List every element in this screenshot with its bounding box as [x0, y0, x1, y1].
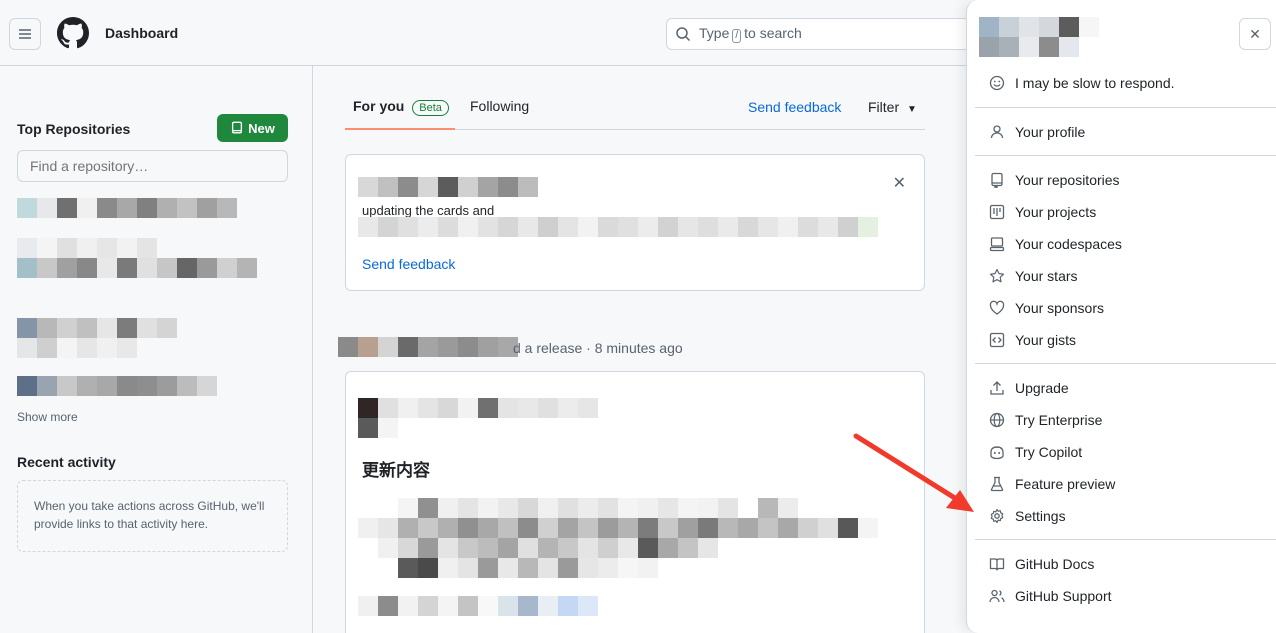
menu-item-your-codespaces[interactable]: Your codespaces — [989, 232, 1122, 256]
menu-item-your-profile[interactable]: Your profile — [989, 120, 1085, 144]
smiley-icon — [989, 75, 1005, 91]
repo-list-item[interactable] — [17, 318, 177, 338]
release-activity-text: d a release · 8 minutes ago — [513, 340, 683, 356]
codespaces-icon — [989, 236, 1005, 252]
blurred-text — [398, 558, 658, 578]
recent-activity-empty-state: When you take actions across GitHub, we'… — [17, 480, 288, 552]
show-more-link[interactable]: Show more — [17, 410, 78, 424]
active-tab-indicator — [345, 128, 455, 130]
annotation-arrow — [853, 433, 974, 512]
triangle-down-icon: ▼ — [907, 104, 917, 115]
filter-dropdown[interactable]: Filter ▼ — [868, 99, 917, 115]
repo-icon — [989, 172, 1005, 188]
top-repositories-heading: Top Repositories — [17, 121, 131, 137]
menu-item-github-docs[interactable]: GitHub Docs — [989, 552, 1094, 576]
menu-divider — [975, 539, 1276, 540]
close-icon[interactable]: ✕ — [893, 173, 906, 193]
tab-for-you[interactable]: For you Beta — [353, 98, 449, 130]
page-title[interactable]: Dashboard — [105, 25, 178, 41]
release-heading: 更新内容 — [362, 461, 430, 480]
upload-icon — [989, 380, 1005, 396]
code-square-icon — [989, 332, 1005, 348]
menu-item-settings[interactable]: Settings — [989, 504, 1066, 528]
user-menu-panel: ✕ I may be slow to respond. Your profile… — [966, 0, 1276, 633]
release-author-blurred[interactable] — [338, 337, 518, 357]
menu-divider — [975, 107, 1276, 108]
menu-item-your-repositories[interactable]: Your repositories — [989, 168, 1120, 192]
blurred-text — [358, 418, 398, 438]
menu-item-your-stars[interactable]: Your stars — [989, 264, 1078, 288]
copilot-icon — [989, 444, 1005, 460]
repo-icon — [232, 121, 243, 134]
blurred-text — [358, 518, 878, 538]
beaker-icon — [989, 476, 1005, 492]
person-icon — [989, 124, 1005, 140]
star-icon — [989, 268, 1005, 284]
hamburger-menu-button[interactable] — [9, 18, 41, 50]
card-send-feedback-link[interactable]: Send feedback — [362, 256, 455, 272]
menu-item-feature-preview[interactable]: Feature preview — [989, 472, 1115, 496]
repo-list-item[interactable] — [17, 198, 237, 218]
hamburger-icon — [19, 29, 31, 39]
menu-divider — [975, 155, 1276, 156]
search-placeholder: Type / to search — [699, 25, 802, 43]
globe-icon — [989, 412, 1005, 428]
heart-icon — [989, 300, 1005, 316]
left-sidebar: Top Repositories New Show more Recent ac… — [0, 66, 313, 633]
release-card: 更新内容 — [345, 371, 925, 633]
github-logo-icon[interactable] — [57, 17, 89, 49]
menu-item-upgrade[interactable]: Upgrade — [989, 376, 1069, 400]
repo-list-item[interactable] — [17, 338, 137, 358]
search-input[interactable]: Type / to search — [666, 18, 986, 50]
blurred-text — [358, 398, 598, 418]
gear-icon — [989, 508, 1005, 524]
menu-item-your-projects[interactable]: Your projects — [989, 200, 1096, 224]
blurred-text — [358, 596, 598, 616]
beta-badge: Beta — [412, 100, 449, 116]
project-icon — [989, 204, 1005, 220]
menu-divider — [975, 363, 1276, 364]
set-status-item[interactable]: I may be slow to respond. — [989, 71, 1175, 95]
tab-following[interactable]: Following — [470, 98, 529, 130]
blurred-text — [358, 177, 538, 197]
repo-list-item[interactable] — [17, 238, 157, 258]
main-feed: For you Beta Following Send feedback Fil… — [313, 66, 966, 633]
card-text-fragment: updating the cards and — [362, 203, 495, 218]
repo-list-item[interactable] — [17, 258, 257, 278]
blurred-text — [358, 217, 878, 237]
send-feedback-link[interactable]: Send feedback — [748, 99, 841, 115]
close-menu-button[interactable]: ✕ — [1239, 18, 1271, 50]
menu-item-your-sponsors[interactable]: Your sponsors — [989, 296, 1104, 320]
blurred-text — [378, 538, 718, 558]
repo-list-item[interactable] — [17, 376, 217, 396]
people-icon — [989, 588, 1005, 604]
menu-item-your-gists[interactable]: Your gists — [989, 328, 1076, 352]
recent-activity-heading: Recent activity — [17, 454, 116, 470]
blurred-text — [398, 498, 798, 518]
menu-item-try-copilot[interactable]: Try Copilot — [989, 440, 1082, 464]
find-repository-input[interactable] — [17, 150, 288, 182]
search-icon — [676, 27, 691, 42]
menu-item-try-enterprise[interactable]: Try Enterprise — [989, 408, 1102, 432]
menu-item-github-support[interactable]: GitHub Support — [989, 584, 1112, 608]
avatar[interactable] — [979, 17, 1099, 57]
close-icon: ✕ — [1249, 25, 1261, 42]
book-icon — [989, 556, 1005, 572]
new-repository-button[interactable]: New — [217, 114, 288, 142]
feed-info-card: updating the cards and ✕ Send feedback — [345, 154, 925, 291]
